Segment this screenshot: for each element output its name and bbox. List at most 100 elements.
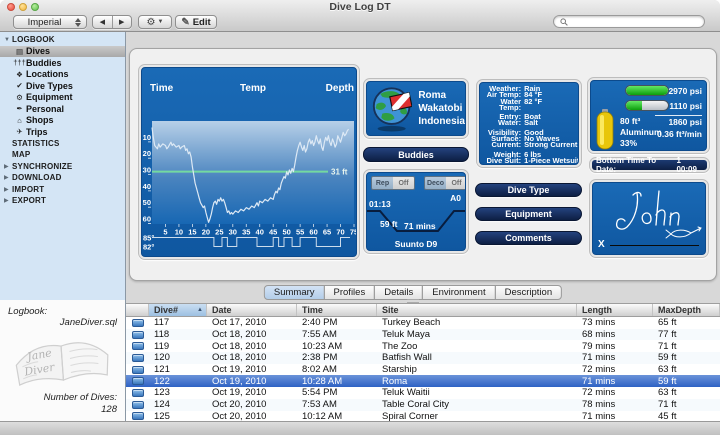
equipment-button[interactable]: Equipment bbox=[475, 207, 582, 221]
logbook-file-name: JaneDiver.sql bbox=[60, 317, 117, 328]
forward-button[interactable]: ▶ bbox=[112, 18, 131, 26]
sidebar-item-statistics[interactable]: STATISTICS bbox=[0, 138, 125, 150]
cell-maxdepth: 59 ft bbox=[653, 376, 720, 387]
tab-profiles[interactable]: Profiles bbox=[324, 285, 376, 300]
svg-text:40: 40 bbox=[143, 182, 151, 191]
tab-details[interactable]: Details bbox=[374, 285, 423, 300]
search-field[interactable] bbox=[553, 15, 705, 28]
sidebar-item-label: LOGBOOK bbox=[12, 35, 55, 44]
dive-log-icon bbox=[132, 319, 144, 327]
column-header-Dive#[interactable]: Dive#▲ bbox=[149, 304, 207, 316]
dive-row-icon-cell bbox=[126, 319, 149, 327]
toggle-left-segment[interactable]: Deco bbox=[425, 177, 446, 189]
dive-log-icon bbox=[132, 354, 144, 362]
disclosure-triangle-icon[interactable]: ▶ bbox=[4, 163, 12, 170]
computer-toggles: RepOffDecoOff bbox=[371, 176, 466, 190]
tab-description[interactable]: Description bbox=[495, 285, 563, 300]
table-row[interactable]: 117Oct 17, 20102:40 PMTurkey Beach73 min… bbox=[126, 317, 720, 329]
edit-button[interactable]: ✎ Edit bbox=[175, 15, 217, 29]
cell-dive-number: 117 bbox=[149, 317, 207, 328]
column-header-MaxDepth[interactable]: MaxDepth bbox=[653, 304, 720, 316]
sidebar-item-dive-types[interactable]: ✔Dive Types bbox=[0, 80, 125, 92]
table-row[interactable]: 120Oct 18, 20102:38 PMBatfish Wall71 min… bbox=[126, 352, 720, 364]
disclosure-triangle-icon[interactable]: ▶ bbox=[4, 197, 12, 204]
cell-date: Oct 20, 2010 bbox=[207, 399, 297, 410]
cell-date: Oct 18, 2010 bbox=[207, 341, 297, 352]
logbook-panel: Logbook: JaneDiver.sql Jane Diver Number… bbox=[0, 300, 126, 421]
column-header-Length[interactable]: Length bbox=[577, 304, 653, 316]
dive-log-icon bbox=[132, 366, 144, 374]
search-input[interactable] bbox=[571, 17, 698, 27]
comments-button[interactable]: Comments bbox=[475, 231, 582, 245]
pressure-sum-line bbox=[655, 115, 702, 116]
cell-time: 2:38 PM bbox=[297, 352, 377, 363]
column-header-Time[interactable]: Time bbox=[297, 304, 377, 316]
sidebar-item-download[interactable]: ▶DOWNLOAD bbox=[0, 172, 125, 184]
tab-summary[interactable]: Summary bbox=[264, 285, 325, 300]
sidebar-item-personal[interactable]: ✒Personal bbox=[0, 103, 125, 115]
dive-row-icon-cell bbox=[126, 354, 149, 362]
sidebar-item-locations[interactable]: ❖Locations bbox=[0, 69, 125, 81]
toggle-right-segment[interactable]: Off bbox=[446, 177, 466, 189]
svg-text:10: 10 bbox=[175, 228, 183, 237]
sidebar-item-label: Dives bbox=[26, 46, 50, 56]
cell-maxdepth: 65 ft bbox=[653, 317, 720, 328]
svg-text:25: 25 bbox=[215, 228, 223, 237]
title-bar: Dive Log DT Imperial ◀ ▶ ⚙ ▼ ✎ Edit bbox=[0, 0, 720, 32]
computer-toggle-deco[interactable]: DecoOff bbox=[424, 176, 466, 190]
site-card[interactable]: Roma Wakatobi Indonesia bbox=[363, 78, 469, 139]
cell-site: Teluk Maya bbox=[377, 329, 577, 340]
table-row[interactable]: 121Oct 19, 20108:02 AMStarship72 mins63 … bbox=[126, 364, 720, 376]
table-row[interactable]: 122Oct 19, 201010:28 AMRoma71 mins59 ft bbox=[126, 375, 720, 387]
table-row[interactable]: 118Oct 18, 20107:55 AMTeluk Maya68 mins7… bbox=[126, 329, 720, 341]
sidebar-item-import[interactable]: ▶IMPORT bbox=[0, 184, 125, 196]
dive-type-button[interactable]: Dive Type bbox=[475, 183, 582, 197]
svg-text:35: 35 bbox=[242, 228, 250, 237]
chart-header-temp: Temp bbox=[240, 83, 266, 94]
cell-date: Oct 19, 2010 bbox=[207, 376, 297, 387]
svg-text:50: 50 bbox=[282, 228, 290, 237]
column-header-Date[interactable]: Date bbox=[207, 304, 297, 316]
buddies-button[interactable]: Buddies bbox=[363, 147, 469, 162]
cell-dive-number: 124 bbox=[149, 399, 207, 410]
svg-text:82°: 82° bbox=[143, 243, 154, 252]
dive-log-icon bbox=[132, 401, 144, 409]
table-row[interactable]: 123Oct 19, 20105:54 PMTeluk Waitii72 min… bbox=[126, 387, 720, 399]
disclosure-triangle-icon[interactable]: ▶ bbox=[4, 174, 12, 181]
dive-table: Dive#▲DateTimeSiteLengthMaxDepth 117Oct … bbox=[126, 303, 720, 421]
column-header-Site[interactable]: Site bbox=[377, 304, 577, 316]
tab-environment[interactable]: Environment bbox=[422, 285, 495, 300]
disclosure-triangle-icon[interactable]: ▼ bbox=[4, 37, 12, 43]
sidebar-item-trips[interactable]: ✈Trips bbox=[0, 126, 125, 138]
chevron-down-icon: ▼ bbox=[158, 19, 164, 25]
computer-toggle-rep[interactable]: RepOff bbox=[371, 176, 415, 190]
back-button[interactable]: ◀ bbox=[93, 18, 112, 26]
action-menu-button[interactable]: ⚙ ▼ bbox=[138, 15, 172, 29]
units-popup[interactable]: Imperial bbox=[13, 15, 87, 29]
signature-card[interactable]: X bbox=[589, 179, 709, 258]
tank-material: Aluminum bbox=[620, 127, 662, 137]
sidebar-item-map[interactable]: MAP bbox=[0, 149, 125, 161]
table-row[interactable]: 119Oct 18, 201010:23 AMThe Zoo79 mins71 … bbox=[126, 340, 720, 352]
dive-types-icon: ✔ bbox=[13, 81, 26, 90]
cell-time: 7:55 AM bbox=[297, 329, 377, 340]
sidebar-item-logbook[interactable]: ▼LOGBOOK bbox=[0, 34, 125, 46]
sidebar-item-export[interactable]: ▶EXPORT bbox=[0, 195, 125, 207]
sidebar-item-synchronize[interactable]: ▶SYNCHRONIZE bbox=[0, 161, 125, 173]
pressure-bar-fill bbox=[626, 86, 668, 95]
sidebar-item-dives[interactable]: ▤Dives bbox=[0, 46, 125, 58]
summary-panel: TimeTempDepth102030405060510152025303540… bbox=[129, 48, 717, 281]
gear-icon: ⚙ bbox=[147, 17, 156, 28]
sidebar-item-shops[interactable]: ⌂Shops bbox=[0, 115, 125, 127]
tank-percent: 33% bbox=[620, 138, 637, 148]
table-row[interactable]: 124Oct 20, 20107:53 AMTable Coral City78… bbox=[126, 399, 720, 411]
sidebar-item-buddies[interactable]: †††Buddies bbox=[0, 57, 125, 69]
disclosure-triangle-icon[interactable]: ▶ bbox=[4, 186, 12, 193]
toggle-right-segment[interactable]: Off bbox=[393, 177, 414, 189]
sidebar-item-label: EXPORT bbox=[12, 196, 46, 205]
bottom-time-value: 1 00:09 bbox=[676, 156, 703, 174]
column-header-icon[interactable] bbox=[126, 304, 149, 316]
site-region: Wakatobi bbox=[418, 102, 465, 115]
sidebar-item-equipment[interactable]: ⚙Equipment bbox=[0, 92, 125, 104]
toggle-left-segment[interactable]: Rep bbox=[372, 177, 393, 189]
